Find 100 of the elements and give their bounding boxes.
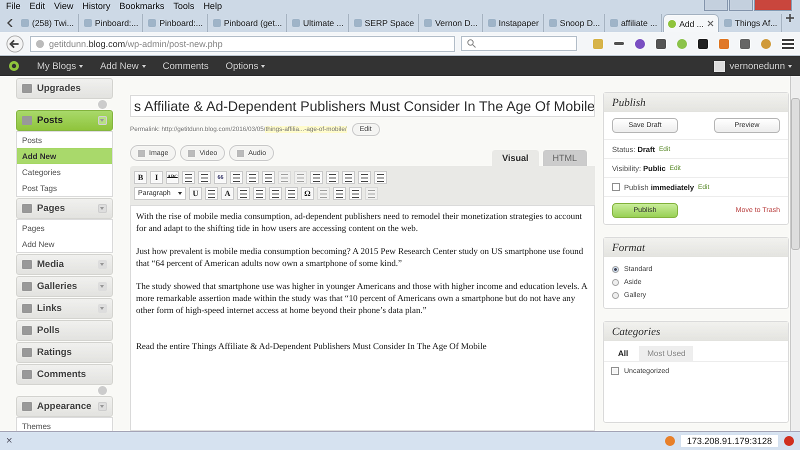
- paragraph: The study showed that smartphone use was higher in younger Americans and those with higher income and education levels. A more remarkable assertion made within the study was that “10 percent of Americans own a smartphone but do not have any other form of high-speed internet access at home beyond their phone’s data plan.”: [136, 280, 588, 316]
- sidebar-submenu-item[interactable]: Themes: [17, 418, 112, 431]
- toolbar-button[interactable]: [198, 171, 211, 184]
- sidebar-menu-item[interactable]: Posts: [16, 110, 113, 131]
- sidebar-submenu-item[interactable]: Categories: [17, 164, 112, 180]
- menu-icon[interactable]: [782, 38, 794, 48]
- editor-body[interactable]: [130, 205, 595, 431]
- admin-menu-item[interactable]: Comments: [162, 60, 209, 72]
- radio-button[interactable]: [612, 292, 619, 299]
- sidebar-submenu-item[interactable]: Add New: [17, 236, 112, 252]
- menu-item[interactable]: View: [54, 0, 74, 10]
- toolbar-button[interactable]: [246, 171, 259, 184]
- radio-button[interactable]: [612, 266, 619, 273]
- toggle-icon[interactable]: [98, 260, 107, 269]
- sidebar-menu-item[interactable]: Polls: [16, 320, 113, 341]
- user-menu[interactable]: vernonedunn: [730, 60, 792, 72]
- checkbox[interactable]: [611, 367, 619, 375]
- menu-item[interactable]: File: [6, 0, 21, 10]
- favicon-icon: [724, 19, 732, 27]
- logo-icon[interactable]: [8, 60, 20, 72]
- address-field[interactable]: getitdunn.blog.com/wp-admin/post-new.php: [30, 36, 456, 52]
- browser-tab[interactable]: Add ...: [663, 14, 719, 32]
- toolbar-button[interactable]: [230, 171, 243, 184]
- sidebar-menu-item[interactable]: Media: [16, 254, 113, 275]
- panel-title: Publish: [604, 93, 788, 112]
- sidebar-submenu-item[interactable]: Add New: [17, 148, 112, 164]
- toolbar-button[interactable]: [326, 171, 339, 184]
- media-icon: [138, 150, 145, 156]
- panel-title: Categories: [604, 322, 788, 341]
- toolbar-button[interactable]: U: [189, 187, 202, 200]
- search-field[interactable]: [461, 36, 577, 51]
- menu-item[interactable]: Help: [203, 0, 222, 10]
- toolbar-button[interactable]: [285, 187, 298, 200]
- sidebar-menu-item[interactable]: Ratings: [16, 342, 113, 363]
- favicon-icon: [212, 19, 221, 27]
- editor-tab[interactable]: Visual: [492, 150, 538, 166]
- avatar-icon: [714, 60, 725, 72]
- toolbar-button[interactable]: [358, 171, 371, 184]
- paragraph: With the rise of mobile media consumption, ad-dependent publishers need to remodel their monetization strategies to account for and adapt to the shifting tide in how users are accessing content on the web.: [136, 210, 583, 234]
- toolbar-button[interactable]: [269, 187, 282, 200]
- toolbar-button[interactable]: [374, 171, 387, 184]
- toolbar-button[interactable]: [253, 187, 266, 200]
- toolbar-button[interactable]: [182, 171, 195, 184]
- toggle-icon[interactable]: [98, 282, 107, 291]
- search-icon: [467, 39, 476, 48]
- toolbar-button[interactable]: [333, 187, 346, 200]
- sidebar-submenu-item[interactable]: Post Tags: [17, 180, 112, 196]
- close-icon[interactable]: [706, 20, 714, 27]
- back-icon[interactable]: [6, 34, 24, 54]
- caret-icon: [79, 64, 84, 68]
- close-icon[interactable]: ×: [6, 435, 12, 447]
- sidebar-menu-item[interactable]: Comments: [16, 364, 113, 385]
- menu-item[interactable]: Edit: [30, 0, 46, 10]
- sidebar-menu-item[interactable]: Upgrades: [16, 78, 113, 99]
- toolbar-button[interactable]: [349, 187, 362, 200]
- toolbar-button[interactable]: [237, 187, 250, 200]
- chevron-left-icon[interactable]: [7, 19, 13, 27]
- toggle-icon[interactable]: [98, 304, 107, 313]
- toolbar-button[interactable]: [262, 171, 275, 184]
- post-title-field[interactable]: s Affiliate & Ad-Dependent Publishers Must Consider In The Age Of Mobile: [130, 95, 595, 117]
- media-icon: [188, 150, 196, 156]
- menu-item[interactable]: History: [82, 0, 110, 10]
- menu-item[interactable]: Tools: [173, 0, 194, 10]
- sidebar-menu-item[interactable]: Galleries: [16, 276, 113, 297]
- editor-tab[interactable]: HTML: [542, 150, 587, 166]
- toolbar-button[interactable]: I: [150, 171, 163, 184]
- sidebar-submenu-item[interactable]: Posts: [17, 132, 112, 148]
- sidebar-menu-item[interactable]: Appearance: [16, 396, 113, 417]
- calendar-icon: [612, 183, 620, 191]
- toggle-icon[interactable]: [98, 116, 107, 125]
- favicon-icon: [424, 19, 432, 27]
- favicon-icon: [292, 19, 300, 27]
- proxy-address: 173.208.91.179:3128: [680, 435, 778, 447]
- menu-item[interactable]: Bookmarks: [119, 0, 164, 10]
- paragraph: Read the entire Things Affiliate & Ad-Dependent Publishers Must Consider In The Age Of Mobile: [136, 340, 488, 352]
- status-icon: [664, 436, 675, 446]
- toggle-icon[interactable]: [98, 402, 107, 411]
- favicon-icon: [84, 19, 92, 27]
- scrollbar[interactable]: [790, 76, 800, 431]
- sidebar-menu-item[interactable]: Links: [16, 298, 113, 319]
- toolbar-button[interactable]: Ω: [301, 187, 314, 200]
- caret-icon: [142, 64, 146, 68]
- panel-title: Format: [604, 238, 788, 257]
- admin-menu-item[interactable]: My Blogs: [37, 60, 84, 72]
- toolbar-button[interactable]: A: [221, 187, 234, 200]
- toolbar-button[interactable]: [310, 171, 323, 184]
- sidebar-menu-item[interactable]: Pages: [16, 198, 113, 219]
- radio-button[interactable]: [612, 279, 619, 286]
- admin-menu-item[interactable]: Add New: [100, 60, 146, 72]
- admin-menu-item[interactable]: Options: [226, 60, 266, 72]
- favicon-icon: [354, 19, 362, 27]
- paragraph: Just how prevalent is mobile media consumption becoming? A 2015 Pew Research Center study on US smartphone use found that “64 percent of American adults now own a smartphone of some kind.”: [136, 245, 584, 269]
- toolbar-button[interactable]: B: [134, 171, 147, 184]
- toggle-icon[interactable]: [98, 204, 107, 213]
- toolbar-button[interactable]: [342, 171, 355, 184]
- toolbar-button[interactable]: [205, 187, 218, 200]
- lines-icon: [185, 174, 192, 182]
- caret-icon: [261, 64, 266, 68]
- sidebar-submenu-item[interactable]: Pages: [17, 220, 112, 236]
- favicon-icon: [488, 19, 496, 27]
